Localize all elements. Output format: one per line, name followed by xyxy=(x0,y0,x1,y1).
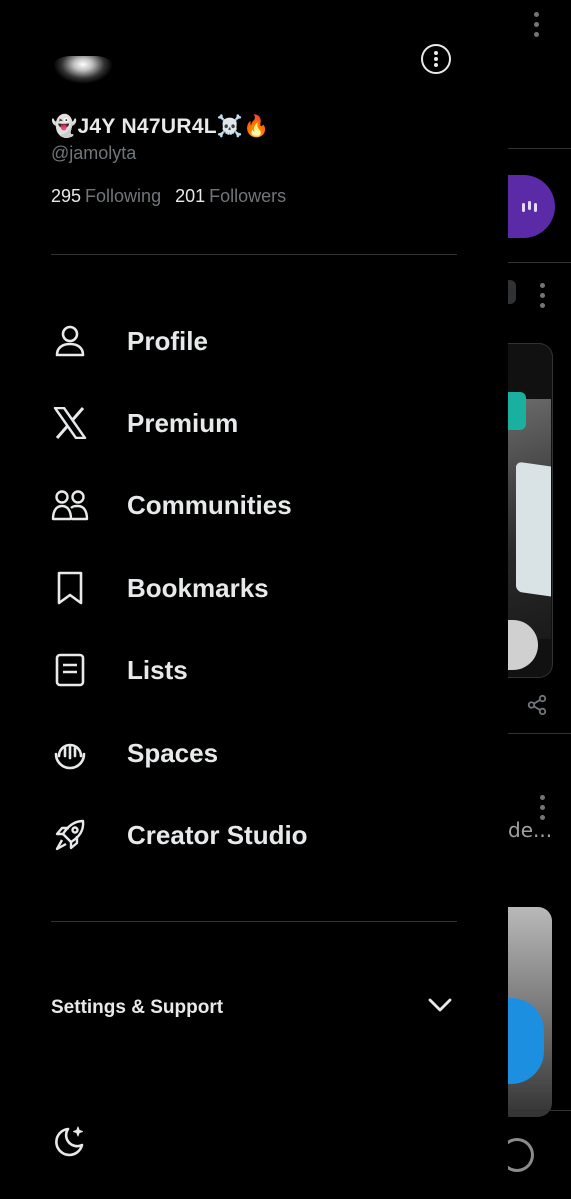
rocket-icon xyxy=(51,816,89,854)
divider xyxy=(508,148,571,149)
share-icon[interactable] xyxy=(526,694,548,721)
account-options-button[interactable] xyxy=(421,44,451,74)
follow-stats: 295 Following 201 Followers xyxy=(51,186,300,207)
overflow-menu-icon[interactable] xyxy=(530,12,542,46)
settings-and-support-toggle[interactable]: Settings & Support xyxy=(51,990,457,1026)
menu-item-communities[interactable]: Communities xyxy=(51,480,471,530)
tweet-text: de... xyxy=(508,818,553,842)
followers-link[interactable]: 201 Followers xyxy=(175,186,300,206)
menu-item-premium[interactable]: Premium xyxy=(51,398,471,448)
divider xyxy=(508,1110,571,1111)
menu-item-label: Creator Studio xyxy=(127,819,308,850)
bookmark-icon xyxy=(51,569,89,607)
chevron-down-icon xyxy=(427,996,453,1018)
theme-toggle-button[interactable] xyxy=(51,1124,87,1160)
user-handle: @jamolyta xyxy=(51,143,137,163)
navigation-drawer: 👻J4Y N47UR4L☠️🔥 @jamolyta 295 Following 20… xyxy=(0,0,508,1199)
menu-item-label: Communities xyxy=(127,489,292,520)
menu-item-label: Lists xyxy=(127,654,188,685)
menu-item-spaces[interactable]: Spaces xyxy=(51,728,471,778)
tweet-more-icon[interactable] xyxy=(536,283,548,313)
settings-label: Settings & Support xyxy=(51,997,224,1018)
divider xyxy=(508,733,571,734)
loading-spinner-icon xyxy=(508,1138,534,1172)
spaces-icon xyxy=(51,734,89,772)
communities-icon xyxy=(51,486,89,524)
menu-item-label: Bookmarks xyxy=(127,572,269,603)
tweet-media-card[interactable] xyxy=(508,343,553,678)
menu-item-creator-studio[interactable]: Creator Studio xyxy=(51,810,471,860)
following-label: Following xyxy=(85,186,162,206)
background-timeline: de... xyxy=(508,0,571,1199)
menu-item-label: Spaces xyxy=(127,737,219,768)
followers-label: Followers xyxy=(209,186,287,206)
display-name: 👻J4Y N47UR4L☠️🔥 xyxy=(51,115,270,138)
following-link[interactable]: 295 Following xyxy=(51,186,175,206)
list-icon xyxy=(51,651,89,689)
menu-item-lists[interactable]: Lists xyxy=(51,645,471,695)
person-icon xyxy=(51,322,89,360)
menu-item-bookmarks[interactable]: Bookmarks xyxy=(51,563,471,613)
menu-item-profile[interactable]: Profile xyxy=(51,316,471,366)
avatar[interactable] xyxy=(51,48,115,86)
divider xyxy=(51,921,457,922)
x-logo-icon xyxy=(51,404,89,442)
divider xyxy=(51,254,457,255)
spaces-fab[interactable] xyxy=(508,175,555,238)
followers-count: 201 xyxy=(175,186,206,206)
menu-item-label: Premium xyxy=(127,407,239,438)
divider xyxy=(508,262,571,263)
tweet-chip xyxy=(508,280,516,304)
following-count: 295 xyxy=(51,186,82,206)
moon-sparkle-icon xyxy=(51,1126,87,1164)
menu-item-label: Profile xyxy=(127,325,208,356)
